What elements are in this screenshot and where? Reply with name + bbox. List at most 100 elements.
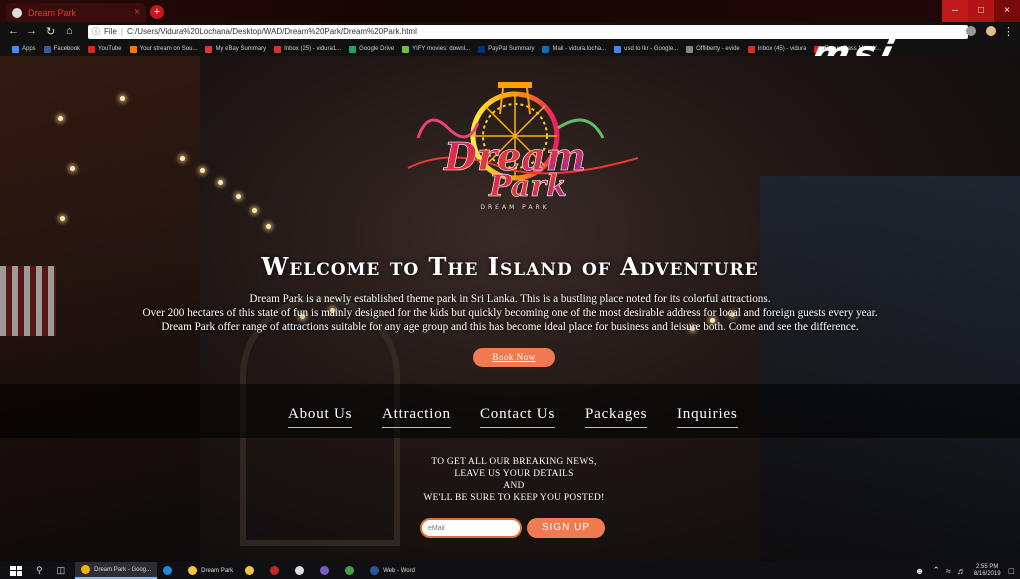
browser-tab[interactable]: Dream Park × (6, 3, 146, 22)
info-icon[interactable]: ⓘ (92, 27, 100, 36)
maximize-button[interactable]: □ (968, 0, 994, 22)
bookmark-item[interactable]: Inbox (45) - vidura (747, 45, 806, 53)
windows-taskbar: ⚲ ◫ Dream Park - Goog... Dream Park Web - … (0, 562, 1020, 579)
bookmark-item[interactable]: Google Drive (349, 45, 395, 53)
app-icon (295, 566, 305, 575)
extension-icon[interactable] (966, 26, 976, 36)
taskbar-app[interactable] (239, 562, 264, 579)
app-icon (163, 566, 173, 575)
bookmark-item[interactable]: Inbox (25) - vidura1... (274, 45, 341, 53)
task-view-icon[interactable]: ◫ (57, 565, 66, 576)
bookmark-favicon-icon (349, 45, 357, 53)
bookmark-favicon-icon (686, 45, 694, 53)
back-icon[interactable]: ← (8, 25, 19, 37)
bookmark-item[interactable]: Your stream on Sou... (129, 45, 198, 53)
taskbar-app[interactable] (339, 562, 364, 579)
profile-avatar-icon[interactable] (986, 26, 996, 36)
home-icon[interactable]: ⌂ (66, 25, 73, 37)
tab-title: Dream Park (28, 7, 77, 18)
bookmark-favicon-icon (402, 45, 410, 53)
taskbar-app[interactable]: Dream Park (182, 562, 239, 579)
app-icon (345, 566, 355, 575)
bookmark-item[interactable]: usd to lkr - Google... (614, 45, 679, 53)
window-controls: – □ × (942, 0, 1020, 22)
bookmark-label: Facebook (53, 46, 81, 52)
nav-contact-us[interactable]: Contact Us (480, 406, 556, 428)
nav-packages[interactable]: Packages (585, 406, 648, 428)
bookmark-label: Your stream on Sou... (139, 46, 198, 52)
taskbar-app[interactable] (289, 562, 314, 579)
newsletter-line: WE'LL BE SURE TO KEEP YOU POSTED! (423, 493, 605, 503)
nav-inquiries[interactable]: Inquiries (677, 406, 738, 428)
search-icon[interactable]: ⚲ (36, 565, 43, 576)
windows-start-icon[interactable] (10, 565, 22, 576)
tray-chevron-icon[interactable]: ⌃ (932, 565, 940, 576)
bookmark-item[interactable]: Apps (12, 45, 36, 53)
book-now-button[interactable]: Book Now (473, 348, 555, 367)
clock[interactable]: 2:55 PM 8/16/2019 (974, 564, 1001, 578)
bookmark-star-icon[interactable]: ☆ (949, 24, 958, 35)
bookmark-item[interactable]: YouTube (88, 45, 122, 53)
bookmark-item[interactable]: YIFY movies: downl... (402, 45, 470, 53)
main-nav: About Us Attraction Contact Us Packages … (0, 406, 1020, 430)
bookmark-favicon-icon (542, 45, 550, 53)
bookmark-item[interactable]: PayPal Summary (478, 45, 535, 53)
bookmark-item[interactable]: My eBay Summary (205, 45, 266, 53)
new-tab-button[interactable]: + (150, 5, 164, 19)
people-icon[interactable]: ☻ (915, 566, 924, 576)
taskbar-app[interactable] (264, 562, 289, 579)
bookmark-label: PayPal Summary (488, 46, 535, 52)
newsletter-line: LEAVE US YOUR DETAILS (454, 469, 574, 479)
reload-icon[interactable]: ↻ (46, 25, 55, 38)
taskbar-app[interactable] (157, 562, 182, 579)
taskbar-app-label: Web - Word (383, 567, 415, 574)
bookmark-favicon-icon (274, 45, 282, 53)
bookmark-item[interactable]: Mail - vidura.locha... (542, 45, 606, 53)
close-window-button[interactable]: × (994, 0, 1020, 22)
hero-description: Dream Park is a newly established theme … (60, 292, 960, 334)
dream-park-logo: Dream Park DREAM PARK (407, 82, 639, 211)
nav-attraction[interactable]: Attraction (382, 406, 451, 428)
bookmark-favicon-icon (12, 45, 19, 53)
newsletter-text: TO GET ALL OUR BREAKING NEWS, LEAVE US Y… (380, 456, 648, 504)
hero-line: Over 200 hectares of this state of fun i… (142, 307, 878, 319)
hero-line: Dream Park is a newly established theme … (249, 293, 771, 305)
bookmark-label: usd to lkr - Google... (624, 46, 679, 52)
bookmark-label: Offliberty - evide (696, 46, 740, 52)
app-icon (81, 565, 91, 574)
bookmark-label: Google Drive (359, 46, 395, 52)
bookmark-item[interactable]: Facebook (43, 45, 81, 53)
bookmark-label: YouTube (98, 46, 122, 52)
app-icon (188, 566, 198, 575)
url-text: C:/Users/Vidura%20Lochana/Desktop/WAD/Dr… (126, 27, 417, 36)
bookmark-favicon-icon (43, 45, 51, 53)
volume-icon[interactable]: ♬ (957, 566, 966, 576)
forward-icon[interactable]: → (26, 25, 37, 37)
svg-text:Park: Park (488, 169, 567, 204)
bookmark-favicon-icon (88, 45, 96, 53)
hero-title: Welcome to The Island of Adventure (261, 252, 759, 281)
logo-small-text: DREAM PARK (480, 204, 549, 211)
bookmark-item[interactable]: Offliberty - evide (686, 45, 740, 53)
app-icon (370, 566, 380, 575)
notifications-icon[interactable]: □ (1009, 566, 1014, 576)
url-scheme-label: File (104, 27, 117, 36)
tab-close-button[interactable]: × (134, 7, 140, 18)
chrome-favicon-icon (12, 7, 22, 18)
bookmark-favicon-icon (747, 45, 755, 53)
taskbar-app[interactable]: Dream Park - Goog... (75, 562, 158, 579)
browser-tab-bar: Dream Park × + – □ × (0, 0, 1020, 22)
taskbar-app[interactable]: Web - Word (364, 562, 421, 579)
sign-up-button[interactable]: SIGN UP (527, 518, 605, 538)
app-icon (320, 566, 330, 575)
hero-line: Dream Park offer range of attractions su… (161, 321, 859, 333)
clock-date: 8/16/2019 (973, 570, 1001, 577)
taskbar-app[interactable] (314, 562, 339, 579)
clock-time: 2:55 PM (976, 563, 999, 570)
menu-dots-icon[interactable]: ⋮ (1003, 25, 1014, 38)
nav-about-us[interactable]: About Us (288, 406, 353, 428)
wifi-icon[interactable]: ≈ (946, 566, 951, 576)
minimize-button[interactable]: – (942, 0, 968, 22)
bookmark-favicon-icon (614, 45, 622, 53)
email-input[interactable] (420, 518, 522, 538)
